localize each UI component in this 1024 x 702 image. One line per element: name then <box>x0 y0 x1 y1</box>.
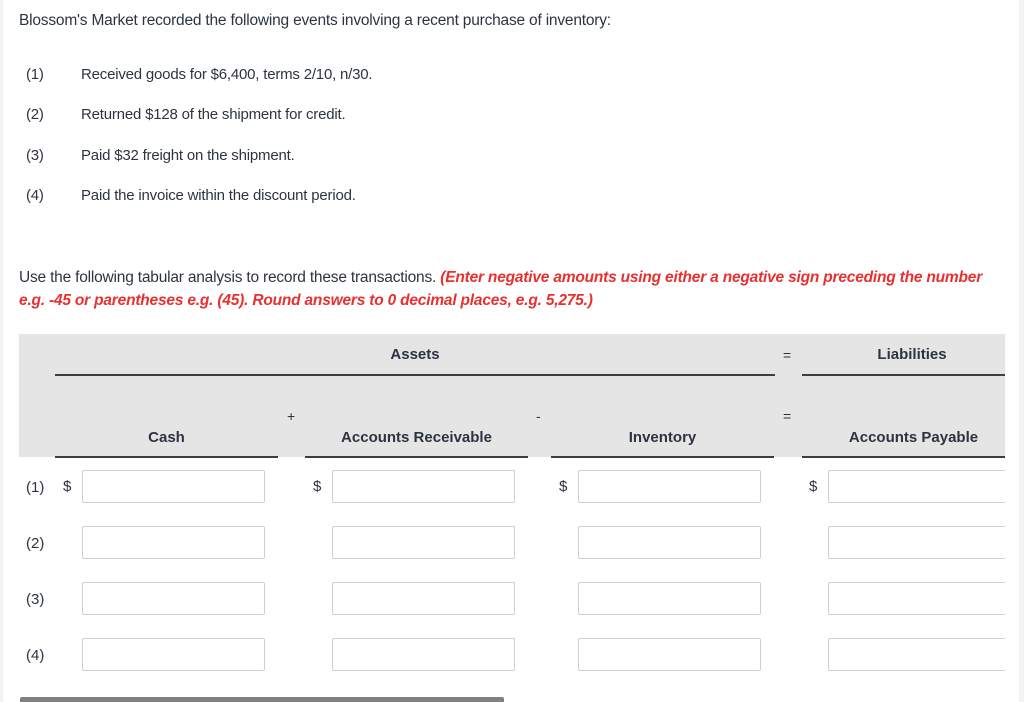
dollar-sign: $ <box>313 478 322 495</box>
cash-input-1[interactable] <box>82 470 265 503</box>
tabular-analysis-table: Assets = Liabilities + - = Cash Accounts… <box>19 334 1005 702</box>
dollar-sign: $ <box>63 478 72 495</box>
column-header-accounts-payable: Accounts Payable <box>848 429 979 446</box>
plus-operator: + <box>287 408 296 424</box>
row-label: (2) <box>26 535 45 552</box>
event-number: (3) <box>26 147 44 164</box>
row-label: (4) <box>26 647 45 664</box>
inventory-input-4[interactable] <box>578 638 761 671</box>
cash-input-3[interactable] <box>82 582 265 615</box>
page-left-border <box>0 0 3 702</box>
cash-input-4[interactable] <box>82 638 265 671</box>
event-text: Paid the invoice within the discount per… <box>81 187 356 204</box>
liabilities-header: Liabilities <box>877 346 947 363</box>
event-number: (2) <box>26 106 44 123</box>
inventory-input-1[interactable] <box>578 470 761 503</box>
inventory-underline <box>551 456 774 458</box>
equals-operator: = <box>783 408 792 424</box>
accounts-payable-input-2[interactable] <box>828 526 1005 559</box>
assets-header: Assets <box>390 346 440 363</box>
ar-underline <box>305 456 528 458</box>
problem-intro: Blossom's Market recorded the following … <box>19 12 611 29</box>
minus-operator: - <box>536 408 541 424</box>
page-right-border <box>1019 0 1024 702</box>
accounts-payable-input-4[interactable] <box>828 638 1005 671</box>
accounts-receivable-input-2[interactable] <box>332 526 515 559</box>
column-header-cash: Cash <box>148 429 185 446</box>
accounts-payable-input-1[interactable] <box>828 470 1005 503</box>
dollar-sign: $ <box>809 478 818 495</box>
inventory-input-3[interactable] <box>578 582 761 615</box>
ap-underline <box>802 456 1005 458</box>
accounts-payable-input-3[interactable] <box>828 582 1005 615</box>
accounts-receivable-input-3[interactable] <box>332 582 515 615</box>
accounts-receivable-input-1[interactable] <box>332 470 515 503</box>
inventory-input-2[interactable] <box>578 526 761 559</box>
event-number: (4) <box>26 187 44 204</box>
column-header-inventory: Inventory <box>628 429 697 446</box>
instructions: Use the following tabular analysis to re… <box>19 266 999 312</box>
row-label: (1) <box>26 479 45 496</box>
cash-input-2[interactable] <box>82 526 265 559</box>
event-text: Paid $32 freight on the shipment. <box>81 147 295 164</box>
cash-underline <box>55 456 278 458</box>
assets-underline <box>55 374 775 376</box>
column-header-accounts-receivable: Accounts Receivable <box>341 429 492 446</box>
horizontal-scrollbar-thumb[interactable] <box>20 697 504 702</box>
instructions-text: Use the following tabular analysis to re… <box>19 269 441 286</box>
equals-sign: = <box>783 347 792 363</box>
event-number: (1) <box>26 66 44 83</box>
event-text: Received goods for $6,400, terms 2/10, n… <box>81 66 373 83</box>
accounts-receivable-input-4[interactable] <box>332 638 515 671</box>
liabilities-underline <box>802 374 1005 376</box>
row-label: (3) <box>26 591 45 608</box>
event-text: Returned $128 of the shipment for credit… <box>81 106 346 123</box>
dollar-sign: $ <box>559 478 568 495</box>
